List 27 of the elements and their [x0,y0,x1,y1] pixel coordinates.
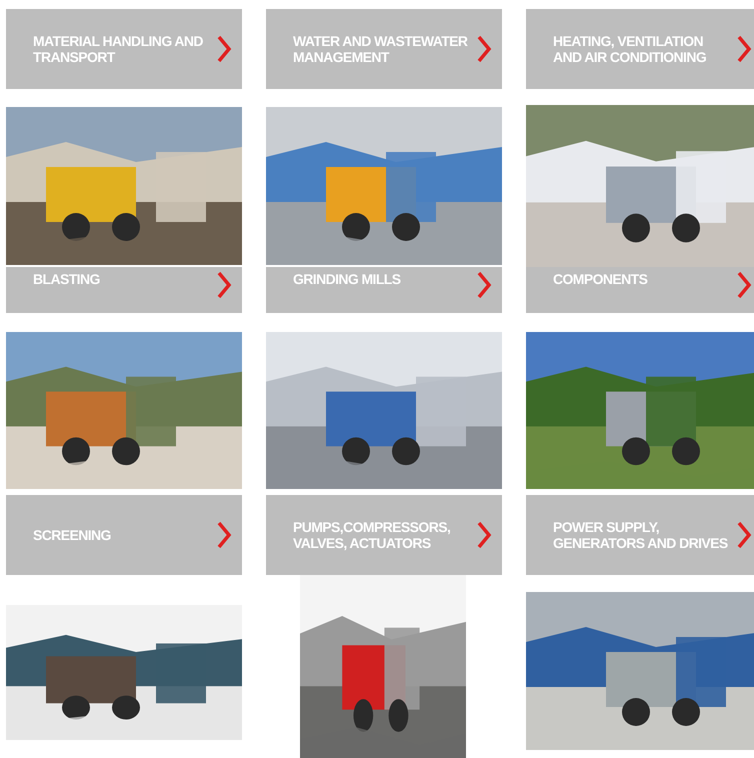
category-header[interactable]: GRINDING MILLS [266,267,502,313]
chevron-right-icon [476,521,492,549]
category-title: MATERIAL HANDLING AND TRANSPORT [33,33,204,65]
category-header[interactable]: POWER SUPPLY, GENERATORS AND DRIVES [526,495,754,575]
category-header[interactable]: SCREENING [6,495,242,575]
category-header[interactable]: PUMPS,COMPRESSORS, VALVES, ACTUATORS [266,495,502,575]
chevron-right-icon [216,521,232,549]
chevron-right-icon [216,35,232,63]
category-title: HEATING, VENTILATION AND AIR CONDITIONING [553,33,708,65]
category-header[interactable]: BLASTING [6,267,242,313]
chevron-right-icon [736,271,752,299]
category-header[interactable]: MATERIAL HANDLING AND TRANSPORT [6,9,242,89]
chevron-right-icon [216,271,232,299]
chevron-right-icon [476,271,492,299]
category-header[interactable]: COMPONENTS [526,267,754,313]
category-title: COMPONENTS [553,271,648,287]
category-title: BLASTING [33,271,100,287]
category-title: GRINDING MILLS [293,271,400,287]
category-title: PUMPS,COMPRESSORS, VALVES, ACTUATORS [293,519,452,551]
category-title: WATER AND WASTEWATER MANAGEMENT [293,33,468,65]
chevron-right-icon [736,521,752,549]
category-title: POWER SUPPLY, GENERATORS AND DRIVES [553,519,728,551]
category-title: SCREENING [33,527,111,543]
category-header[interactable]: WATER AND WASTEWATER MANAGEMENT [266,9,502,89]
chevron-right-icon [736,35,752,63]
category-header[interactable]: HEATING, VENTILATION AND AIR CONDITIONING [526,9,754,89]
chevron-right-icon [476,35,492,63]
